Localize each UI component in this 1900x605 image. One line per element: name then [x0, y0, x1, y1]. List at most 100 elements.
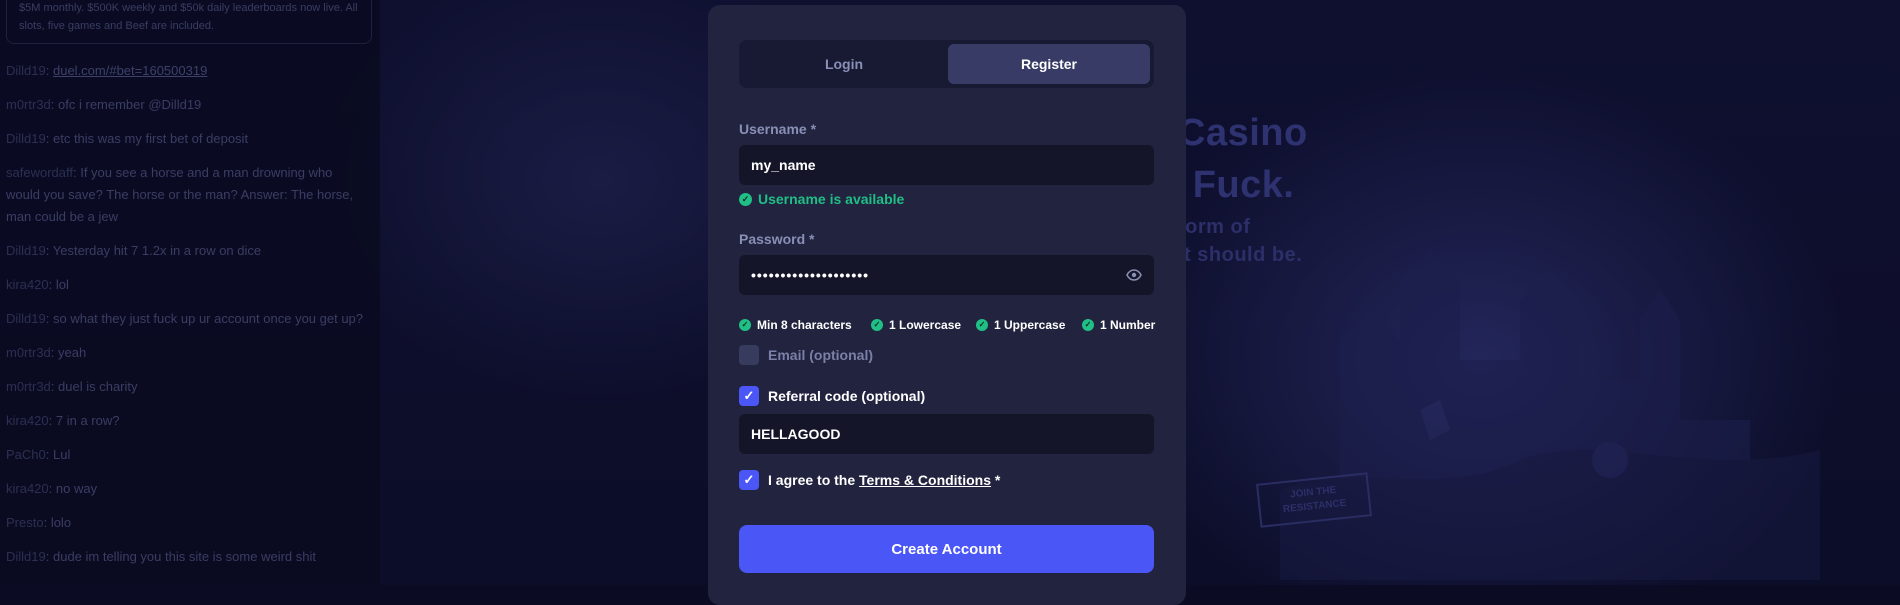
- terms-link[interactable]: Terms & Conditions: [859, 472, 991, 488]
- terms-checkbox[interactable]: ✓: [739, 470, 759, 490]
- chat-message: Dilld19: Yesterday hit 7 1.2x in a row o…: [6, 240, 366, 262]
- referral-checkbox[interactable]: ✓: [739, 386, 759, 406]
- username-field[interactable]: my_name: [739, 145, 1154, 185]
- chat-message: m0rtr3d: ofc i remember @Dilld19: [6, 94, 366, 116]
- chat-separator: :: [45, 243, 53, 258]
- chat-separator: :: [50, 379, 59, 394]
- check-circle-icon: ✓: [976, 319, 988, 331]
- chat-separator: :: [45, 311, 53, 326]
- chat-separator: :: [48, 277, 56, 292]
- chat-separator: :: [45, 549, 53, 564]
- chat-username[interactable]: m0rtr3d: [6, 379, 51, 394]
- username-status: ✓ Username is available: [739, 191, 904, 207]
- chat-text: ofc i remember @Dilld19: [58, 97, 202, 112]
- chat-separator: :: [43, 515, 51, 530]
- chat-username[interactable]: kira420: [6, 481, 49, 496]
- chat-username[interactable]: Dilld19: [6, 131, 46, 146]
- chat-username[interactable]: Dilld19: [6, 63, 46, 78]
- chat-username[interactable]: PaCh0: [6, 447, 46, 462]
- chat-username[interactable]: kira420: [6, 413, 49, 428]
- check-circle-icon: ✓: [739, 192, 752, 206]
- requirement-uppercase: ✓ 1 Uppercase: [976, 318, 1065, 332]
- email-option-label: Email (optional): [768, 347, 873, 363]
- chat-username[interactable]: Dilld19: [6, 243, 46, 258]
- requirement-text: 1 Lowercase: [889, 318, 962, 332]
- requirement-min-length: ✓ Min 8 characters: [739, 318, 852, 332]
- create-account-button[interactable]: Create Account: [739, 525, 1154, 573]
- chat-message: kira420: lol: [6, 274, 366, 296]
- password-field[interactable]: ••••••••••••••••••••: [739, 255, 1154, 295]
- chat-text: dude im telling you this site is some we…: [52, 549, 316, 564]
- chat-message: kira420: no way: [6, 478, 366, 500]
- chat-text: no way: [55, 481, 98, 496]
- chat-text: etc this was my first bet of deposit: [52, 131, 249, 146]
- chat-text[interactable]: duel.com/#bet=160500319: [53, 63, 207, 78]
- chat-message: safewordaff: If you see a horse and a ma…: [6, 162, 366, 228]
- chat-username[interactable]: kira420: [6, 277, 49, 292]
- tab-login[interactable]: Login: [743, 44, 945, 84]
- referral-option-label: Referral code (optional): [768, 388, 926, 404]
- chat-text: so what they just fuck up ur account onc…: [52, 311, 364, 326]
- requirement-number: ✓ 1 Number: [1082, 318, 1155, 332]
- email-option[interactable]: Email (optional): [739, 345, 873, 365]
- chat-text: Yesterday hit 7 1.2x in a row on dice: [52, 243, 262, 258]
- username-value: my_name: [751, 157, 816, 173]
- check-circle-icon: ✓: [739, 319, 751, 331]
- check-circle-icon: ✓: [1082, 319, 1094, 331]
- username-status-text: Username is available: [758, 191, 905, 207]
- chat-sidebar: $5M monthly. $500K weekly and $50k daily…: [0, 0, 380, 585]
- eye-icon[interactable]: [1126, 267, 1142, 286]
- chat-text: lol: [55, 277, 69, 292]
- chat-separator: :: [45, 131, 53, 146]
- terms-label: I agree to the Terms & Conditions *: [768, 472, 1000, 488]
- chat-message: Dilld19: dude im telling you this site i…: [6, 546, 366, 568]
- register-modal: Login Register Username * my_name ✓ User…: [708, 5, 1186, 605]
- terms-option[interactable]: ✓ I agree to the Terms & Conditions *: [739, 470, 1000, 490]
- password-value: ••••••••••••••••••••: [751, 267, 870, 283]
- check-circle-icon: ✓: [871, 319, 883, 331]
- chat-separator: :: [45, 63, 53, 78]
- chat-username[interactable]: Dilld19: [6, 311, 46, 326]
- chat-message: PaCh0: Lul: [6, 444, 366, 466]
- chat-separator: :: [48, 481, 56, 496]
- hero-heading-line-1: Casino: [1178, 112, 1308, 154]
- chat-text: lolo: [50, 515, 72, 530]
- chat-message: Presto: lolo: [6, 512, 366, 534]
- chat-username[interactable]: safewordaff: [6, 165, 73, 180]
- chat-separator: :: [50, 97, 59, 112]
- chat-message-list: Dilld19: duel.com/#bet=160500319 m0rtr3d:…: [6, 60, 366, 580]
- tab-register[interactable]: Register: [948, 44, 1150, 84]
- requirement-text: Min 8 characters: [757, 318, 852, 332]
- hero-paragraph-line-2: it should be.: [1178, 244, 1303, 266]
- chat-message: kira420: 7 in a row?: [6, 410, 366, 432]
- chat-message: Dilld19: so what they just fuck up ur ac…: [6, 308, 366, 330]
- password-requirements: ✓ Min 8 characters ✓ 1 Lowercase ✓ 1 Upp…: [739, 318, 1159, 334]
- chat-notice: $5M monthly. $500K weekly and $50k daily…: [6, 0, 372, 44]
- chat-text: yeah: [58, 345, 87, 360]
- chat-message: m0rtr3d: yeah: [6, 342, 366, 364]
- chat-username[interactable]: Presto: [6, 515, 44, 530]
- chat-separator: :: [48, 413, 56, 428]
- chat-message: Dilld19: etc this was my first bet of de…: [6, 128, 366, 150]
- auth-tabs: Login Register: [739, 40, 1154, 88]
- terms-suffix: *: [991, 472, 1001, 488]
- chat-separator: :: [45, 447, 53, 462]
- chat-username[interactable]: m0rtr3d: [6, 345, 51, 360]
- chat-text: duel is charity: [58, 379, 138, 394]
- check-icon: ✓: [743, 388, 755, 403]
- requirement-text: 1 Uppercase: [994, 318, 1066, 332]
- password-label: Password *: [739, 231, 815, 247]
- hero-paragraph-line-1: form of: [1178, 216, 1251, 238]
- chat-separator: :: [50, 345, 59, 360]
- terms-prefix: I agree to the: [768, 472, 860, 488]
- requirement-text: 1 Number: [1100, 318, 1156, 332]
- chat-message: m0rtr3d: duel is charity: [6, 376, 366, 398]
- email-checkbox[interactable]: [739, 345, 759, 365]
- chat-username[interactable]: m0rtr3d: [6, 97, 51, 112]
- chat-username[interactable]: Dilld19: [6, 549, 46, 564]
- referral-option[interactable]: ✓ Referral code (optional): [739, 386, 925, 406]
- referral-code-value: HELLAGOOD: [751, 426, 841, 442]
- referral-code-field[interactable]: HELLAGOOD: [739, 414, 1154, 454]
- username-label: Username *: [739, 121, 817, 137]
- chat-text: Lul: [52, 447, 71, 462]
